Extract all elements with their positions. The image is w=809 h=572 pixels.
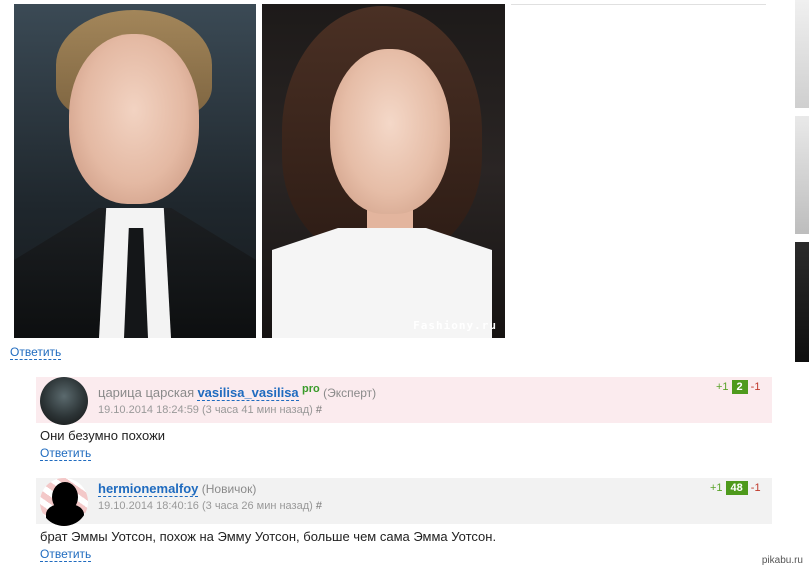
comment-author: hermionemalfoy (Новичок): [98, 481, 257, 497]
sidebar-thumb[interactable]: [795, 242, 809, 362]
comment-timestamp: 19.10.2014 18:24:59 (3 часа 41 мин назад…: [98, 404, 313, 416]
vote-down[interactable]: -1: [751, 381, 761, 393]
vote-up[interactable]: +1: [716, 381, 729, 393]
sidebar-thumb[interactable]: [795, 116, 809, 234]
comment-timestamp: 19.10.2014 18:40:16 (3 часа 26 мин назад…: [98, 500, 313, 512]
comment-author: царица царская vasilisa_vasilisa pro (Эк…: [98, 383, 377, 401]
vote-down[interactable]: -1: [751, 482, 761, 494]
rating-score: 48: [725, 481, 748, 495]
pro-badge: pro: [302, 383, 320, 395]
author-rank: (Новичок): [201, 482, 257, 496]
photo-right: Fashiony.ru: [262, 4, 505, 338]
photo-left: [14, 4, 256, 338]
sidebar-thumb[interactable]: [795, 0, 809, 108]
reply-link[interactable]: Ответить: [40, 548, 92, 562]
site-watermark: pikabu.ru: [761, 555, 803, 566]
avatar[interactable]: [40, 377, 88, 425]
reply-link[interactable]: Ответить: [10, 346, 62, 360]
author-rank: (Эксперт): [323, 386, 377, 400]
rating-widget: +1 2 -1: [716, 380, 760, 394]
watermark: Fashiony.ru: [413, 319, 497, 332]
comment-text: брат Эммы Уотсон, похож на Эмму Уотсон, …: [40, 529, 497, 544]
face-shape: [330, 49, 450, 214]
comment-date: 19.10.2014 18:40:16 (3 часа 26 мин назад…: [98, 500, 322, 512]
permalink-hash[interactable]: #: [316, 500, 322, 512]
reply-link[interactable]: Ответить: [40, 447, 92, 461]
author-realname: царица царская: [98, 385, 195, 400]
rating-widget: +1 48 -1: [710, 481, 761, 495]
avatar[interactable]: [40, 478, 88, 526]
silhouette-body: [46, 504, 84, 526]
author-nick[interactable]: vasilisa_vasilisa: [197, 385, 299, 401]
vote-up[interactable]: +1: [710, 482, 723, 494]
rating-score: 2: [731, 380, 748, 394]
comment-text: Они безумно похожи: [40, 428, 166, 443]
author-nick[interactable]: hermionemalfoy: [98, 481, 199, 497]
comment-date: 19.10.2014 18:24:59 (3 часа 41 мин назад…: [98, 404, 322, 416]
permalink-hash[interactable]: #: [316, 404, 322, 416]
divider: [511, 4, 766, 5]
face-shape: [69, 34, 199, 204]
